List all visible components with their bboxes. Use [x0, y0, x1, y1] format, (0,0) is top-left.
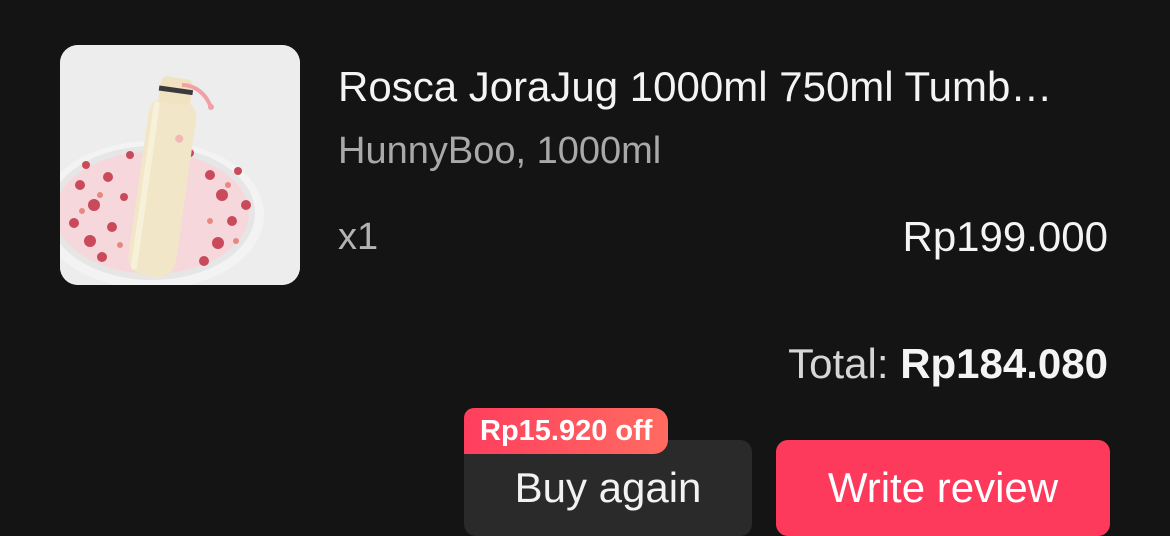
water-bottle-product-photo-icon: [60, 45, 300, 285]
total-label: Total:: [788, 340, 889, 387]
order-total: Total: Rp184.080: [788, 339, 1108, 389]
product-variant: HunnyBoo, 1000ml: [338, 130, 662, 172]
product-image[interactable]: [60, 45, 300, 285]
order-item-card: Rosca JoraJug 1000ml 750ml Tumb… HunnyBo…: [0, 0, 1170, 536]
write-review-button[interactable]: Write review: [776, 440, 1110, 536]
product-price: Rp199.000: [902, 213, 1108, 260]
buy-again-button[interactable]: Buy again: [464, 440, 752, 536]
discount-badge: Rp15.920 off: [464, 408, 669, 454]
product-title[interactable]: Rosca JoraJug 1000ml 750ml Tumb…: [338, 62, 1108, 112]
total-value: Rp184.080: [900, 340, 1108, 387]
product-quantity: x1: [338, 216, 379, 258]
